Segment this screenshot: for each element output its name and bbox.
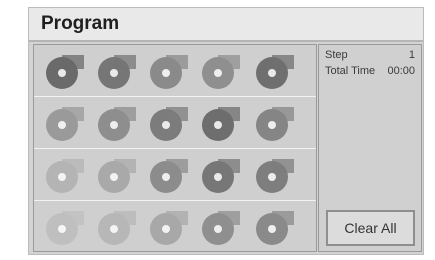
track-slot[interactable] xyxy=(148,207,190,247)
program-window: Program Step 1 Total Time 00:00 Clear Al… xyxy=(28,7,424,255)
total-time-row: Total Time 00:00 xyxy=(325,65,415,77)
cd-disc-icon xyxy=(46,107,84,141)
cd-disc-icon xyxy=(46,211,84,245)
window-title: Program xyxy=(41,13,120,34)
track-slot[interactable] xyxy=(44,103,86,143)
cd-disc-icon xyxy=(256,55,294,89)
step-value: 1 xyxy=(408,49,415,61)
cd-disc-icon xyxy=(202,159,240,193)
track-row xyxy=(34,45,316,97)
cd-disc-icon xyxy=(98,107,136,141)
track-slot[interactable] xyxy=(200,51,242,91)
track-slot[interactable] xyxy=(200,207,242,247)
cd-disc-icon xyxy=(256,159,294,193)
clear-all-button[interactable]: Clear All xyxy=(326,210,415,246)
cd-disc-icon xyxy=(46,55,84,89)
track-slot[interactable] xyxy=(148,155,190,195)
info-panel: Step 1 Total Time 00:00 Clear All xyxy=(318,44,422,252)
cd-disc-icon xyxy=(150,211,188,245)
cd-disc-icon xyxy=(150,107,188,141)
track-slot[interactable] xyxy=(44,207,86,247)
track-slot[interactable] xyxy=(200,103,242,143)
cd-disc-icon xyxy=(98,159,136,193)
step-row: Step 1 xyxy=(325,49,415,61)
track-slot[interactable] xyxy=(148,51,190,91)
cd-disc-icon xyxy=(98,55,136,89)
track-slot[interactable] xyxy=(254,207,296,247)
title-bar: Program xyxy=(29,8,423,42)
track-slot[interactable] xyxy=(96,103,138,143)
cd-disc-icon xyxy=(150,55,188,89)
track-slot[interactable] xyxy=(254,155,296,195)
cd-disc-icon xyxy=(256,211,294,245)
track-slot[interactable] xyxy=(254,103,296,143)
cd-disc-icon xyxy=(46,159,84,193)
track-row xyxy=(34,149,316,201)
track-slot[interactable] xyxy=(200,155,242,195)
track-slot[interactable] xyxy=(44,51,86,91)
track-slot[interactable] xyxy=(96,51,138,91)
track-slot[interactable] xyxy=(96,207,138,247)
step-label: Step xyxy=(325,49,348,61)
track-slot[interactable] xyxy=(96,155,138,195)
track-slot[interactable] xyxy=(254,51,296,91)
cd-disc-icon xyxy=(256,107,294,141)
cd-disc-icon xyxy=(202,55,240,89)
cd-disc-icon xyxy=(202,107,240,141)
cd-disc-icon xyxy=(150,159,188,193)
total-time-value: 00:00 xyxy=(387,65,415,77)
track-row xyxy=(34,97,316,149)
track-grid xyxy=(33,44,317,252)
track-slot[interactable] xyxy=(44,155,86,195)
cd-disc-icon xyxy=(202,211,240,245)
total-time-label: Total Time xyxy=(325,65,376,77)
track-row xyxy=(34,201,316,253)
cd-disc-icon xyxy=(98,211,136,245)
track-slot[interactable] xyxy=(148,103,190,143)
